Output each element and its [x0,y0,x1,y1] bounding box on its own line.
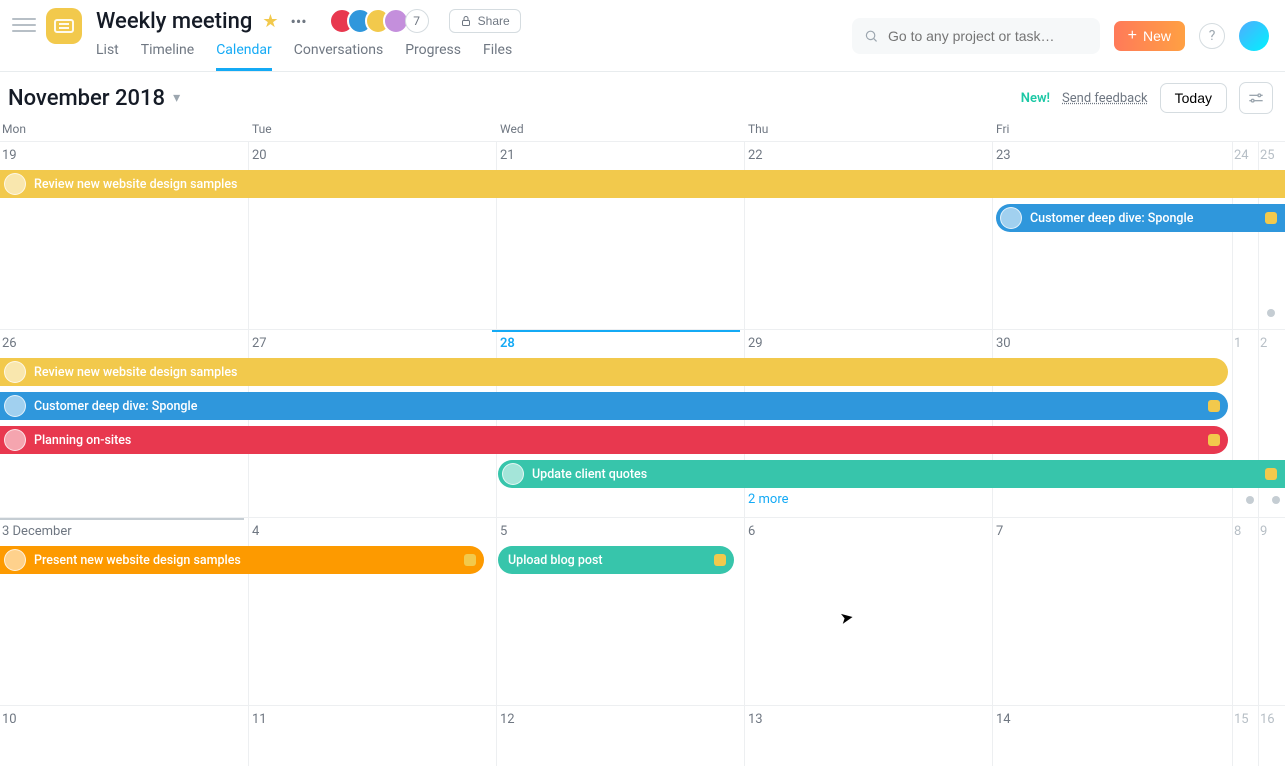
date-num: 10 [2,712,17,727]
project-badge [464,554,476,566]
date-num: 22 [748,148,763,163]
day-label-fri: Fri [996,122,1009,136]
user-avatar[interactable] [1239,21,1269,51]
date-num: 9 [1260,524,1267,539]
task-bar[interactable]: Present new website design samples [0,546,484,574]
overflow-dot [1272,496,1280,504]
tab-files[interactable]: Files [483,42,512,71]
assignee-avatar [1000,207,1022,229]
task-label: Upload blog post [508,553,603,568]
day-label-mon: Mon [2,122,26,136]
day-label-wed: Wed [500,122,524,136]
search-input[interactable] [852,18,1100,54]
task-label: Update client quotes [532,467,647,482]
search-icon [864,28,878,44]
assignee-avatar [4,549,26,571]
star-icon[interactable]: ★ [262,11,278,32]
task-label: Planning on-sites [34,433,131,448]
new-badge: New! [1021,91,1050,106]
date-num: 15 [1234,712,1249,727]
today-indicator [492,330,740,332]
search-field[interactable] [886,27,1088,45]
task-label: Review new website design samples [34,177,237,192]
tab-timeline[interactable]: Timeline [141,42,194,71]
date-num: 19 [2,148,17,163]
date-num: 6 [748,524,755,539]
assignee-avatar [4,173,26,195]
date-num: 1 [1234,336,1241,351]
avatar-overflow[interactable]: 7 [405,9,429,33]
day-label-tue: Tue [252,122,272,136]
project-icon[interactable] [46,8,82,44]
tab-progress[interactable]: Progress [405,42,461,71]
project-badge [1265,468,1277,480]
assignee-avatar [4,361,26,383]
assignee-avatar [4,429,26,451]
task-label: Customer deep dive: Spongle [1030,211,1193,226]
date-num: 16 [1260,712,1275,727]
date-num: 20 [252,148,267,163]
task-bar[interactable]: Planning on-sites [0,426,1228,454]
task-bar[interactable]: Review new website design samples [0,358,1228,386]
overflow-dot [1267,309,1275,317]
date-num: 21 [500,148,515,163]
date-num: 28 [500,336,515,351]
date-num: 12 [500,712,515,727]
tab-list[interactable]: List [96,42,119,71]
date-num: 25 [1260,148,1275,163]
task-label: Customer deep dive: Spongle [34,399,197,414]
menu-icon[interactable] [12,18,36,32]
sliders-icon [1248,92,1264,104]
date-num: 5 [500,524,507,539]
date-num: 11 [252,712,267,727]
task-bar[interactable]: Customer deep dive: Spongle [0,392,1228,420]
task-bar[interactable]: Review new website design samples [0,170,1285,198]
more-tasks-link[interactable]: 2 more [748,492,789,507]
assignee-avatar [502,463,524,485]
task-label: Review new website design samples [34,365,237,380]
project-badge [1208,400,1220,412]
date-num: 23 [996,148,1011,163]
overflow-dot [1246,496,1254,504]
date-num: 30 [996,336,1011,351]
date-num: 26 [2,336,17,351]
date-num: 4 [252,524,259,539]
page-title: Weekly meeting [96,9,252,34]
share-label: Share [478,14,510,28]
new-button[interactable]: +New [1114,21,1185,51]
date-num: 3 December [2,524,72,539]
task-bar[interactable]: Update client quotes [498,460,1285,488]
lock-icon [460,15,472,27]
tab-conversations[interactable]: Conversations [294,42,383,71]
date-num: 7 [996,524,1003,539]
date-num: 27 [252,336,267,351]
date-num: 2 [1260,336,1267,351]
month-label: November 2018 [8,86,165,111]
today-button[interactable]: Today [1160,83,1227,113]
day-label-thu: Thu [748,122,768,136]
date-num: 29 [748,336,763,351]
share-button[interactable]: Share [449,9,521,33]
project-badge [1265,212,1277,224]
project-badge [1208,434,1220,446]
month-selector[interactable]: November 2018 ▾ [8,86,180,111]
view-settings-button[interactable] [1239,82,1273,114]
date-num: 8 [1234,524,1241,539]
task-bar[interactable]: Customer deep dive: Spongle [996,204,1285,232]
task-label: Present new website design samples [34,553,241,568]
date-num: 13 [748,712,763,727]
project-badge [714,554,726,566]
help-icon[interactable]: ? [1199,23,1225,49]
member-avatars[interactable]: 7 [329,8,429,34]
chevron-down-icon: ▾ [173,90,180,106]
date-num: 14 [996,712,1011,727]
more-icon[interactable]: ••• [288,12,308,31]
task-bar[interactable]: Upload blog post [498,546,734,574]
send-feedback-link[interactable]: Send feedback [1062,91,1148,106]
tab-calendar[interactable]: Calendar [216,42,272,71]
date-num: 24 [1234,148,1249,163]
assignee-avatar [4,395,26,417]
